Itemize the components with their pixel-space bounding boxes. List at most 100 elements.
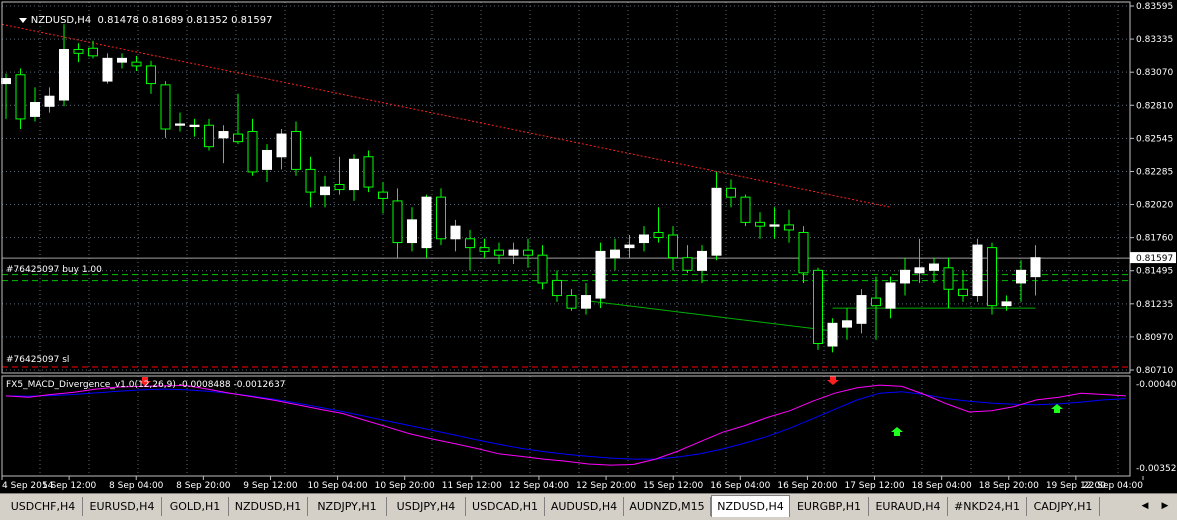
candle-bull	[1030, 257, 1041, 278]
time-label: 5 Sep 12:00	[42, 481, 97, 491]
symbol-header-text: NZDUSD,H4 0.81478 0.81689 0.81352 0.8159…	[30, 15, 273, 26]
candle-bear	[871, 297, 881, 307]
candle-bull	[929, 263, 939, 271]
chart-tab[interactable]: #NKD24,H1	[948, 497, 1027, 516]
candle-bull	[1016, 269, 1026, 284]
candle-bull	[856, 295, 867, 324]
chart-area[interactable]: 0.83595 0.83335 0.83070 0.82810 0.82545 0.822…	[0, 0, 1177, 493]
candle-bull	[1, 78, 11, 85]
candle-bull	[276, 133, 287, 158]
chart-tab[interactable]: NZDUSD,H4	[711, 495, 790, 517]
chart-tabbar: USDCHF,H4 EURUSD,H4 GOLD,H1 NZDUSD,H1 NZDJPY…	[0, 493, 1177, 520]
time-label: 16 Sep 20:00	[777, 481, 837, 491]
candle-bear	[523, 249, 533, 256]
chart-tab[interactable]: CADJPY,H1	[1027, 497, 1100, 516]
candle-bear	[131, 61, 142, 67]
candle-bull	[639, 234, 649, 244]
chart-tab[interactable]: AUDUSD,H4	[545, 497, 624, 516]
candle-bear	[784, 224, 794, 231]
candle-bear	[160, 84, 171, 130]
time-label: 10 Sep 04:00	[308, 481, 368, 491]
chart-tab[interactable]: NZDUSD,H1	[229, 497, 308, 516]
candle-bull	[624, 244, 635, 249]
candle-bear	[653, 231, 664, 239]
time-label: 18 Sep 04:00	[912, 481, 972, 491]
candle-bull	[407, 219, 417, 244]
candle-bull	[697, 250, 707, 271]
candle-bull	[581, 295, 591, 309]
time-label: 8 Sep 04:00	[109, 481, 164, 491]
candle-bear	[682, 257, 693, 271]
chart-tab[interactable]: GOLD,H1	[162, 497, 229, 516]
main-panel-frame	[1, 1, 1131, 374]
price-label: 0.80710	[1136, 366, 1173, 376]
signal-line	[5, 388, 1127, 460]
candle-bear	[668, 234, 678, 259]
axes: 0.83595 0.83335 0.83070 0.82810 0.82545 0.822…	[1, 1, 1177, 491]
candle-bear	[305, 168, 316, 193]
candle-bull	[262, 149, 272, 170]
candle-bear	[726, 187, 736, 198]
time-label: 12 Sep 04:00	[509, 481, 569, 491]
candle-bull	[900, 269, 910, 284]
candle-bull	[175, 123, 185, 126]
indicator-header: FX5_MACD_Divergence_v1.0(12,26,9) -0.000…	[6, 380, 286, 390]
time-label: 10 Sep 20:00	[375, 481, 435, 491]
candle-bull	[30, 102, 40, 117]
candle-bull	[421, 196, 432, 249]
candle-bull	[827, 322, 838, 347]
candle-bear	[943, 267, 954, 290]
chart-tab[interactable]: USDCHF,H4	[4, 497, 83, 516]
candle-bear	[465, 238, 475, 249]
candle-bear	[552, 279, 562, 297]
candle-bull	[450, 225, 461, 240]
price-label: 0.80970	[1136, 333, 1173, 343]
candle-bull	[610, 249, 620, 259]
analysis-lines	[1, 23, 1130, 368]
candle-bear	[291, 131, 301, 170]
price-label: 0.81760	[1136, 234, 1173, 244]
candle-bull	[1001, 301, 1012, 307]
divergence-line	[585, 300, 833, 332]
candle-bull	[508, 249, 519, 256]
grid	[2, 2, 1130, 476]
candle-bull	[320, 186, 330, 196]
chart-tab[interactable]: USDJPY,H4	[387, 497, 466, 516]
price-chart[interactable]: 0.83595 0.83335 0.83070 0.82810 0.82545 0.822…	[0, 0, 1177, 493]
indicator-top-label: -0.000409	[1136, 380, 1177, 390]
candle-bear	[378, 191, 388, 199]
candle-bear	[334, 184, 345, 191]
candle-bear	[494, 249, 504, 256]
chart-tab[interactable]: AUDNZD,M15	[624, 497, 711, 516]
candle-bear	[755, 221, 765, 227]
candle-bull	[218, 131, 229, 139]
chart-tab[interactable]: EURGBP,H1	[790, 497, 869, 516]
collapse-triangle-icon[interactable]	[18, 17, 27, 23]
candle-bull	[914, 267, 925, 274]
candle-bear	[436, 196, 446, 240]
chart-tab[interactable]: USDCAD,H1	[466, 497, 545, 516]
candle-bull	[885, 282, 896, 309]
order-label-buy[interactable]: #76425097 buy 1.00	[6, 265, 102, 275]
order-label-sl[interactable]: #76425097 sl	[6, 355, 69, 365]
candle-bear	[392, 200, 403, 244]
price-label: 0.81495	[1136, 267, 1173, 277]
tab-scroll-right-icon[interactable]: ▶	[1157, 497, 1173, 516]
chart-tab[interactable]: EURAUD,H4	[869, 497, 948, 516]
price-label: 0.81235	[1136, 300, 1173, 310]
candle-bear	[537, 254, 548, 284]
candle-bear	[204, 124, 214, 148]
candle-bear	[88, 47, 98, 57]
price-label: 0.82020	[1136, 201, 1173, 211]
time-label: 15 Sep 12:00	[643, 481, 703, 491]
time-label: 11 Sep 12:00	[442, 481, 502, 491]
trendline-resistance[interactable]	[1, 23, 891, 208]
buy-arrow-icon	[1051, 404, 1063, 413]
chart-tab[interactable]: NZDJPY,H1	[308, 497, 387, 516]
candle-bull	[44, 95, 55, 107]
chart-tab[interactable]: EURUSD,H4	[83, 497, 162, 516]
candle-bear	[798, 231, 809, 274]
tab-scroll-left-icon[interactable]: ◀	[1137, 497, 1153, 516]
price-label: 0.83070	[1136, 68, 1173, 78]
candle-bear	[73, 49, 84, 54]
